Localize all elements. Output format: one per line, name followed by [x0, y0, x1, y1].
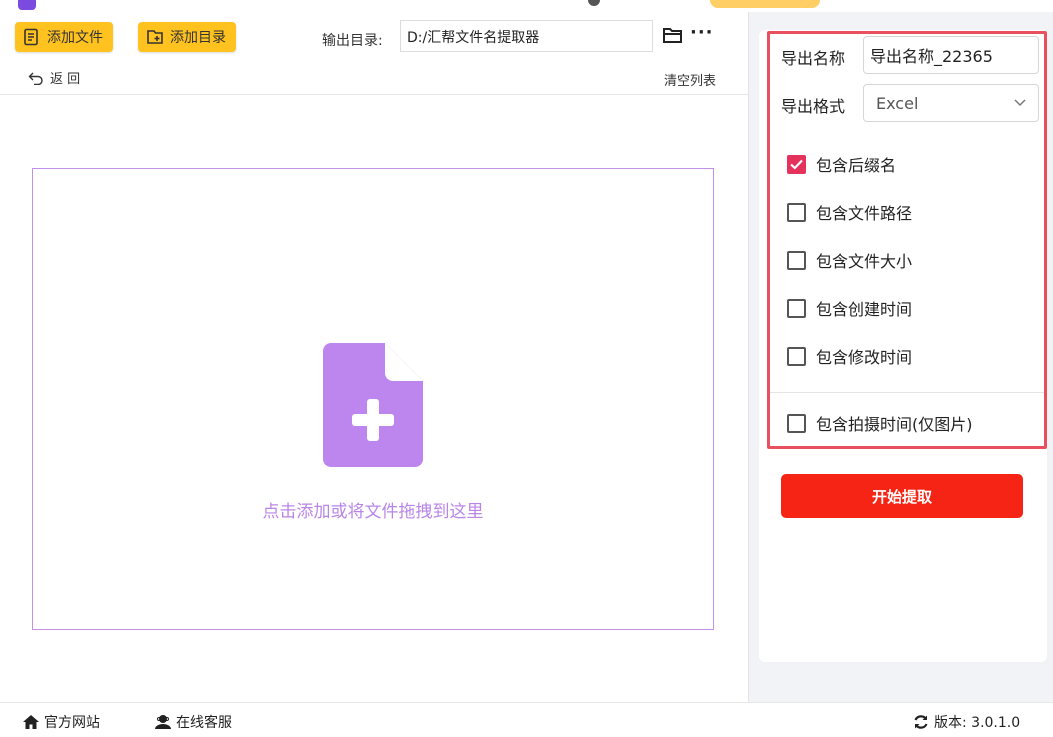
add-folder-icon: [147, 30, 163, 44]
checkbox-icon[interactable]: [787, 202, 806, 222]
status-bar: 官方网站 在线客服 版本: 3.0.1.0: [0, 702, 1053, 737]
add-directory-label: 添加目录: [170, 30, 226, 46]
clear-list-button[interactable]: 清空列表: [664, 70, 716, 89]
add-file-button[interactable]: 添加文件: [15, 22, 113, 52]
option-suffix[interactable]: 包含后缀名: [787, 152, 896, 176]
checkbox-icon[interactable]: [787, 298, 806, 318]
start-extract-button[interactable]: 开始提取: [781, 474, 1023, 518]
output-dir-input[interactable]: D:/汇帮文件名提取器: [400, 20, 653, 52]
option-file-path[interactable]: 包含文件路径: [787, 200, 912, 224]
checkbox-icon[interactable]: [787, 250, 806, 270]
option-label: 包含文件大小: [816, 252, 913, 271]
option-created-time[interactable]: 包含创建时间: [787, 296, 912, 320]
file-list-area: 添加文件 添加目录 输出目录: D:/汇帮文件名提取器 ··· 返 回 清空列表…: [0, 12, 748, 702]
output-dir-label: 输出目录:: [322, 33, 383, 49]
option-label: 包含后缀名: [816, 156, 897, 175]
option-label: 包含拍摄时间(仅图片): [816, 415, 973, 434]
option-file-size[interactable]: 包含文件大小: [787, 248, 912, 272]
export-format-label: 导出格式: [781, 97, 846, 116]
export-name-label: 导出名称: [781, 49, 846, 68]
undo-icon: [28, 72, 43, 85]
export-format-select[interactable]: Excel: [863, 84, 1039, 122]
settings-panel: 导出名称 导出名称_22365 导出格式 Excel 包含后缀名 包含文件路径 …: [748, 12, 1053, 702]
chevron-down-icon: [1014, 99, 1026, 107]
export-format-value: Excel: [876, 93, 919, 113]
title-bar: [0, 0, 1053, 12]
refresh-icon: [914, 715, 928, 729]
more-icon[interactable]: ···: [690, 22, 714, 43]
option-label: 包含修改时间: [816, 348, 913, 367]
official-website-link[interactable]: 官方网站: [22, 712, 100, 732]
add-directory-button[interactable]: 添加目录: [138, 22, 236, 52]
options-divider: [770, 392, 1044, 393]
option-shooting-time[interactable]: 包含拍摄时间(仅图片): [787, 411, 973, 435]
option-label: 包含文件路径: [816, 204, 913, 223]
checkbox-icon[interactable]: [787, 413, 806, 433]
version-label: 版本: 3.0.1.0: [934, 715, 1021, 731]
checkbox-icon[interactable]: [787, 346, 806, 366]
version-info[interactable]: 版本: 3.0.1.0: [912, 712, 1020, 732]
folder-open-icon[interactable]: [662, 26, 684, 46]
online-support-link[interactable]: 在线客服: [154, 712, 232, 732]
home-icon: [23, 715, 39, 729]
checkbox-checked-icon[interactable]: [787, 154, 806, 174]
back-button[interactable]: 返 回: [28, 68, 80, 87]
title-bar-badge[interactable]: [710, 0, 820, 8]
export-name-input[interactable]: 导出名称_22365: [863, 36, 1039, 74]
add-file-icon: [24, 28, 38, 46]
online-support-label: 在线客服: [176, 715, 232, 731]
add-file-label: 添加文件: [47, 30, 103, 46]
app-icon: [18, 0, 36, 10]
toolbar-divider: [0, 94, 748, 95]
title-bar-icon: [588, 0, 600, 6]
drop-zone[interactable]: 点击添加或将文件拖拽到这里: [32, 168, 714, 630]
option-modified-time[interactable]: 包含修改时间: [787, 344, 912, 368]
support-agent-icon: [155, 715, 171, 729]
add-file-large-icon: [323, 343, 423, 467]
option-label: 包含创建时间: [816, 300, 913, 319]
back-label: 返 回: [50, 72, 81, 87]
official-website-label: 官方网站: [44, 715, 100, 731]
drop-hint: 点击添加或将文件拖拽到这里: [262, 502, 484, 522]
